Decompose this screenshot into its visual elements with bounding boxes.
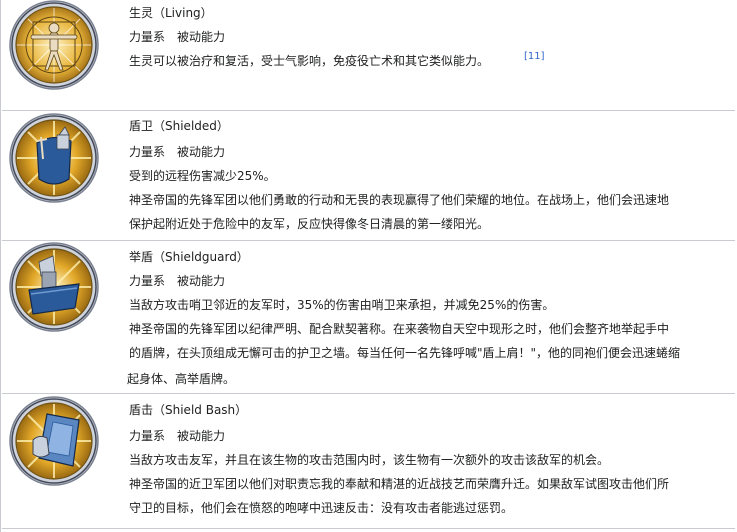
ability-name: 盾击（Shield Bash） [129, 403, 248, 417]
ability-lore-line: 守卫的目标，他们会在愤怒的咆哮中迅速反击：没有攻击者能逃过惩罚。 [129, 501, 514, 515]
ability-row-shieldguard: 举盾（Shieldguard） 力量系 被动能力 当敌方攻击哨卫邻近的友军时，3… [2, 241, 733, 393]
ability-lore-line: 神圣帝国的先锋军团以他们勇敢的行动和无畏的表现赢得了他们荣耀的地位。在战场上，他… [129, 193, 670, 207]
ability-effect: 当敌方攻击友军，并且在该生物的攻击范围内时，该生物有一次额外的攻击该敌军的机会。 [129, 453, 610, 467]
ability-effect: 受到的远程伤害减少25%。 [129, 169, 276, 183]
ability-lore-line: 神圣帝国的近卫军团以他们对职责忘我的奉献和精湛的近战技艺而荣膺升迁。如果敌军试图… [129, 477, 670, 491]
ability-type: 力量系 被动能力 [129, 274, 226, 288]
ability-lore-line: 起身体、高举盾牌。 [127, 372, 236, 386]
vitruvian-man-icon [9, 0, 99, 90]
ability-type: 力量系 被动能力 [129, 145, 226, 159]
shielded-knight-icon [9, 113, 99, 203]
left-border [0, 0, 1, 532]
ability-row-shield-bash: 盾击（Shield Bash） 力量系 被动能力 当敌方攻击友军，并且在该生物的… [2, 394, 733, 528]
row-separator [2, 528, 735, 529]
ability-effect: 当敌方攻击哨卫邻近的友军时，35%的伤害由哨卫来承担，并减免25%的伤害。 [129, 298, 555, 312]
shield-bash-icon [9, 396, 99, 486]
ability-type: 力量系 被动能力 [129, 30, 226, 44]
ability-name: 举盾（Shieldguard） [129, 250, 249, 264]
ability-type: 力量系 被动能力 [129, 429, 226, 443]
ability-row-living: 生灵（Living） 力量系 被动能力 生灵可以被治疗和复活，受士气影响，免疫役… [2, 0, 733, 110]
ability-lore-line: 神圣帝国的先锋军团以纪律严明、配合默契著称。在来袭物自天空中现形之时，他们会整齐… [129, 322, 670, 336]
ability-lore-line: 的盾牌，在头顶组成无懈可击的护卫之墙。每当任何一名先锋呼喊"盾上肩！"，他的同袍… [129, 346, 681, 360]
ability-lore-line: 保护起附近处于危险中的友军，反应快得像冬日清晨的第一缕阳光。 [129, 217, 490, 231]
citation-link[interactable]: [11] [524, 51, 545, 63]
shieldguard-icon [9, 242, 99, 332]
ability-row-shielded: 盾卫（Shielded） 力量系 被动能力 受到的远程伤害减少25%。 神圣帝国… [2, 111, 733, 241]
ability-name: 生灵（Living） [129, 6, 213, 20]
ability-name: 盾卫（Shielded） [129, 119, 229, 133]
ability-description: 生灵可以被治疗和复活，受士气影响，免疫役亡术和其它类似能力。 [129, 54, 490, 68]
